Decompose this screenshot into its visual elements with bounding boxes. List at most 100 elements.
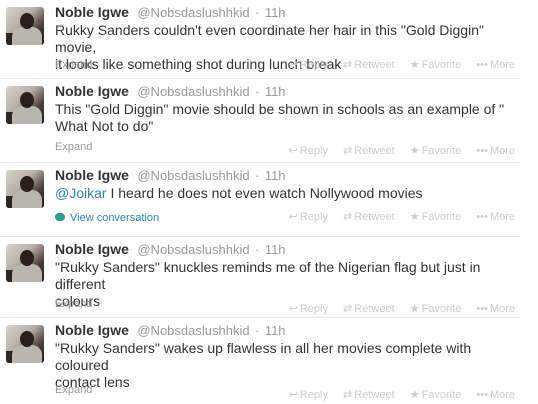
- tweet-header: Noble Igwe @Nobsdaslushhkid · 11h: [55, 322, 510, 339]
- mention-link[interactable]: @Joikar: [55, 185, 107, 201]
- favorite-label: Favorite: [421, 389, 462, 401]
- tweet-actions: ↩ Reply ⇄ Retweet ★ Favorite ••• More: [277, 57, 515, 73]
- reply-button[interactable]: ↩ Reply: [289, 57, 328, 73]
- avatar[interactable]: [6, 325, 44, 363]
- retweet-label: Retweet: [354, 59, 395, 71]
- reply-label: Reply: [299, 145, 328, 157]
- retweet-button[interactable]: ⇄ Retweet: [343, 301, 395, 317]
- user-handle[interactable]: @Nobsdaslushhkid: [137, 168, 249, 183]
- view-conversation-link[interactable]: View conversation: [55, 210, 159, 226]
- retweet-button[interactable]: ⇄ Retweet: [343, 209, 395, 225]
- retweet-icon: ⇄: [343, 59, 353, 71]
- user-handle[interactable]: @Nobsdaslushhkid: [137, 242, 249, 257]
- avatar[interactable]: [6, 7, 44, 45]
- reply-label: Reply: [299, 389, 328, 401]
- more-button[interactable]: ••• More: [476, 57, 515, 73]
- user-fullname[interactable]: Noble Igwe: [55, 83, 129, 99]
- expand-link[interactable]: Expand: [55, 382, 92, 398]
- favorite-button[interactable]: ★ Favorite: [410, 143, 462, 159]
- tweet-footer: Expand ↩ Reply ⇄ Retweet ★ Favorite ••• More: [55, 296, 515, 315]
- ellipsis-icon: •••: [476, 303, 488, 315]
- retweet-icon: ⇄: [343, 145, 353, 157]
- timestamp[interactable]: 11h: [265, 242, 286, 257]
- expand-link[interactable]: Expand: [55, 296, 92, 312]
- tweet-text-line: What Not to do": [55, 118, 154, 134]
- reply-button[interactable]: ↩ Reply: [289, 387, 328, 403]
- retweet-label: Retweet: [354, 389, 395, 401]
- timestamp[interactable]: 11h: [265, 5, 286, 20]
- user-fullname[interactable]: Noble Igwe: [55, 241, 129, 257]
- retweet-label: Retweet: [354, 303, 395, 315]
- favorite-button[interactable]: ★ Favorite: [410, 209, 462, 225]
- tweet-header: Noble Igwe @Nobsdaslushhkid · 11h: [55, 167, 510, 184]
- star-icon: ★: [409, 145, 420, 157]
- star-icon: ★: [409, 211, 420, 223]
- retweet-button[interactable]: ⇄ Retweet: [343, 143, 395, 159]
- user-fullname[interactable]: Noble Igwe: [55, 4, 129, 20]
- tweet-footer: Expand ↩ Reply ⇄ Retweet ★ Favorite ••• More: [55, 382, 515, 401]
- avatar[interactable]: [6, 244, 44, 282]
- more-label: More: [489, 303, 515, 315]
- tweet-footer: Expand ↩ Reply ⇄ Retweet ★ Favorite ••• More: [55, 139, 515, 157]
- retweet-button[interactable]: ⇄ Retweet: [343, 57, 395, 73]
- tweet-footer: Expand ↩ Reply ⇄ Retweet ★ Favorite ••• More: [55, 57, 515, 73]
- user-handle[interactable]: @Nobsdaslushhkid: [137, 5, 249, 20]
- more-button[interactable]: ••• More: [476, 143, 515, 159]
- reply-label: Reply: [299, 59, 328, 71]
- expand-link[interactable]: Expand: [55, 139, 92, 155]
- tweet[interactable]: Noble Igwe @Nobsdaslushhkid · 11h Rukky …: [0, 0, 520, 79]
- tweet[interactable]: Noble Igwe @Nobsdaslushhkid · 11h @Joika…: [0, 163, 520, 237]
- expand-link[interactable]: Expand: [55, 57, 92, 73]
- favorite-button[interactable]: ★ Favorite: [410, 387, 462, 403]
- more-label: More: [489, 389, 515, 401]
- more-button[interactable]: ••• More: [476, 209, 515, 225]
- reply-button[interactable]: ↩ Reply: [289, 209, 328, 225]
- tweet[interactable]: Noble Igwe @Nobsdaslushhkid · 11h This "…: [0, 79, 520, 163]
- more-button[interactable]: ••• More: [476, 301, 515, 317]
- tweet-header: Noble Igwe @Nobsdaslushhkid · 11h: [55, 241, 510, 258]
- user-fullname[interactable]: Noble Igwe: [55, 322, 129, 338]
- tweet-actions: ↩ Reply ⇄ Retweet ★ Favorite ••• More: [277, 143, 515, 159]
- tweet-text-line: "Rukky Sanders" wakes up flawless in all…: [55, 340, 472, 373]
- timestamp[interactable]: 11h: [265, 323, 286, 338]
- separator-dot: ·: [255, 242, 260, 257]
- reply-arrow-icon: ↩: [288, 211, 298, 223]
- timestamp[interactable]: 11h: [265, 168, 286, 183]
- user-handle[interactable]: @Nobsdaslushhkid: [137, 323, 249, 338]
- retweet-button[interactable]: ⇄ Retweet: [343, 387, 395, 403]
- user-handle[interactable]: @Nobsdaslushhkid: [137, 84, 249, 99]
- star-icon: ★: [409, 303, 420, 315]
- avatar[interactable]: [6, 86, 44, 124]
- ellipsis-icon: •••: [476, 211, 488, 223]
- tweet-text-line: I heard he does not even watch Nollywood…: [106, 185, 423, 201]
- favorite-button[interactable]: ★ Favorite: [410, 57, 462, 73]
- more-button[interactable]: ••• More: [476, 387, 515, 403]
- separator-dot: ·: [255, 168, 260, 183]
- user-fullname[interactable]: Noble Igwe: [55, 167, 129, 183]
- favorite-label: Favorite: [421, 59, 462, 71]
- reply-button[interactable]: ↩ Reply: [289, 301, 328, 317]
- reply-label: Reply: [299, 211, 328, 223]
- tweet-text: This "Gold Diggin" movie should be shown…: [55, 101, 510, 135]
- more-label: More: [489, 145, 515, 157]
- favorite-label: Favorite: [421, 303, 462, 315]
- retweet-label: Retweet: [354, 211, 395, 223]
- avatar[interactable]: [6, 170, 44, 208]
- ellipsis-icon: •••: [476, 59, 488, 71]
- retweet-icon: ⇄: [343, 389, 353, 401]
- tweet-header: Noble Igwe @Nobsdaslushhkid · 11h: [55, 4, 510, 21]
- tweet[interactable]: Noble Igwe @Nobsdaslushhkid · 11h "Rukky…: [0, 318, 520, 404]
- timestamp[interactable]: 11h: [265, 84, 286, 99]
- favorite-button[interactable]: ★ Favorite: [410, 301, 462, 317]
- reply-arrow-icon: ↩: [288, 389, 298, 401]
- favorite-label: Favorite: [421, 145, 462, 157]
- reply-button[interactable]: ↩ Reply: [289, 143, 328, 159]
- favorite-label: Favorite: [421, 211, 462, 223]
- tweet-actions: ↩ Reply ⇄ Retweet ★ Favorite ••• More: [277, 209, 515, 225]
- tweet[interactable]: Noble Igwe @Nobsdaslushhkid · 11h "Rukky…: [0, 237, 520, 318]
- more-label: More: [489, 211, 515, 223]
- star-icon: ★: [409, 59, 420, 71]
- separator-dot: ·: [255, 84, 260, 99]
- ellipsis-icon: •••: [476, 145, 488, 157]
- tweet-text-line: Rukky Sanders couldn't even coordinate h…: [55, 22, 484, 55]
